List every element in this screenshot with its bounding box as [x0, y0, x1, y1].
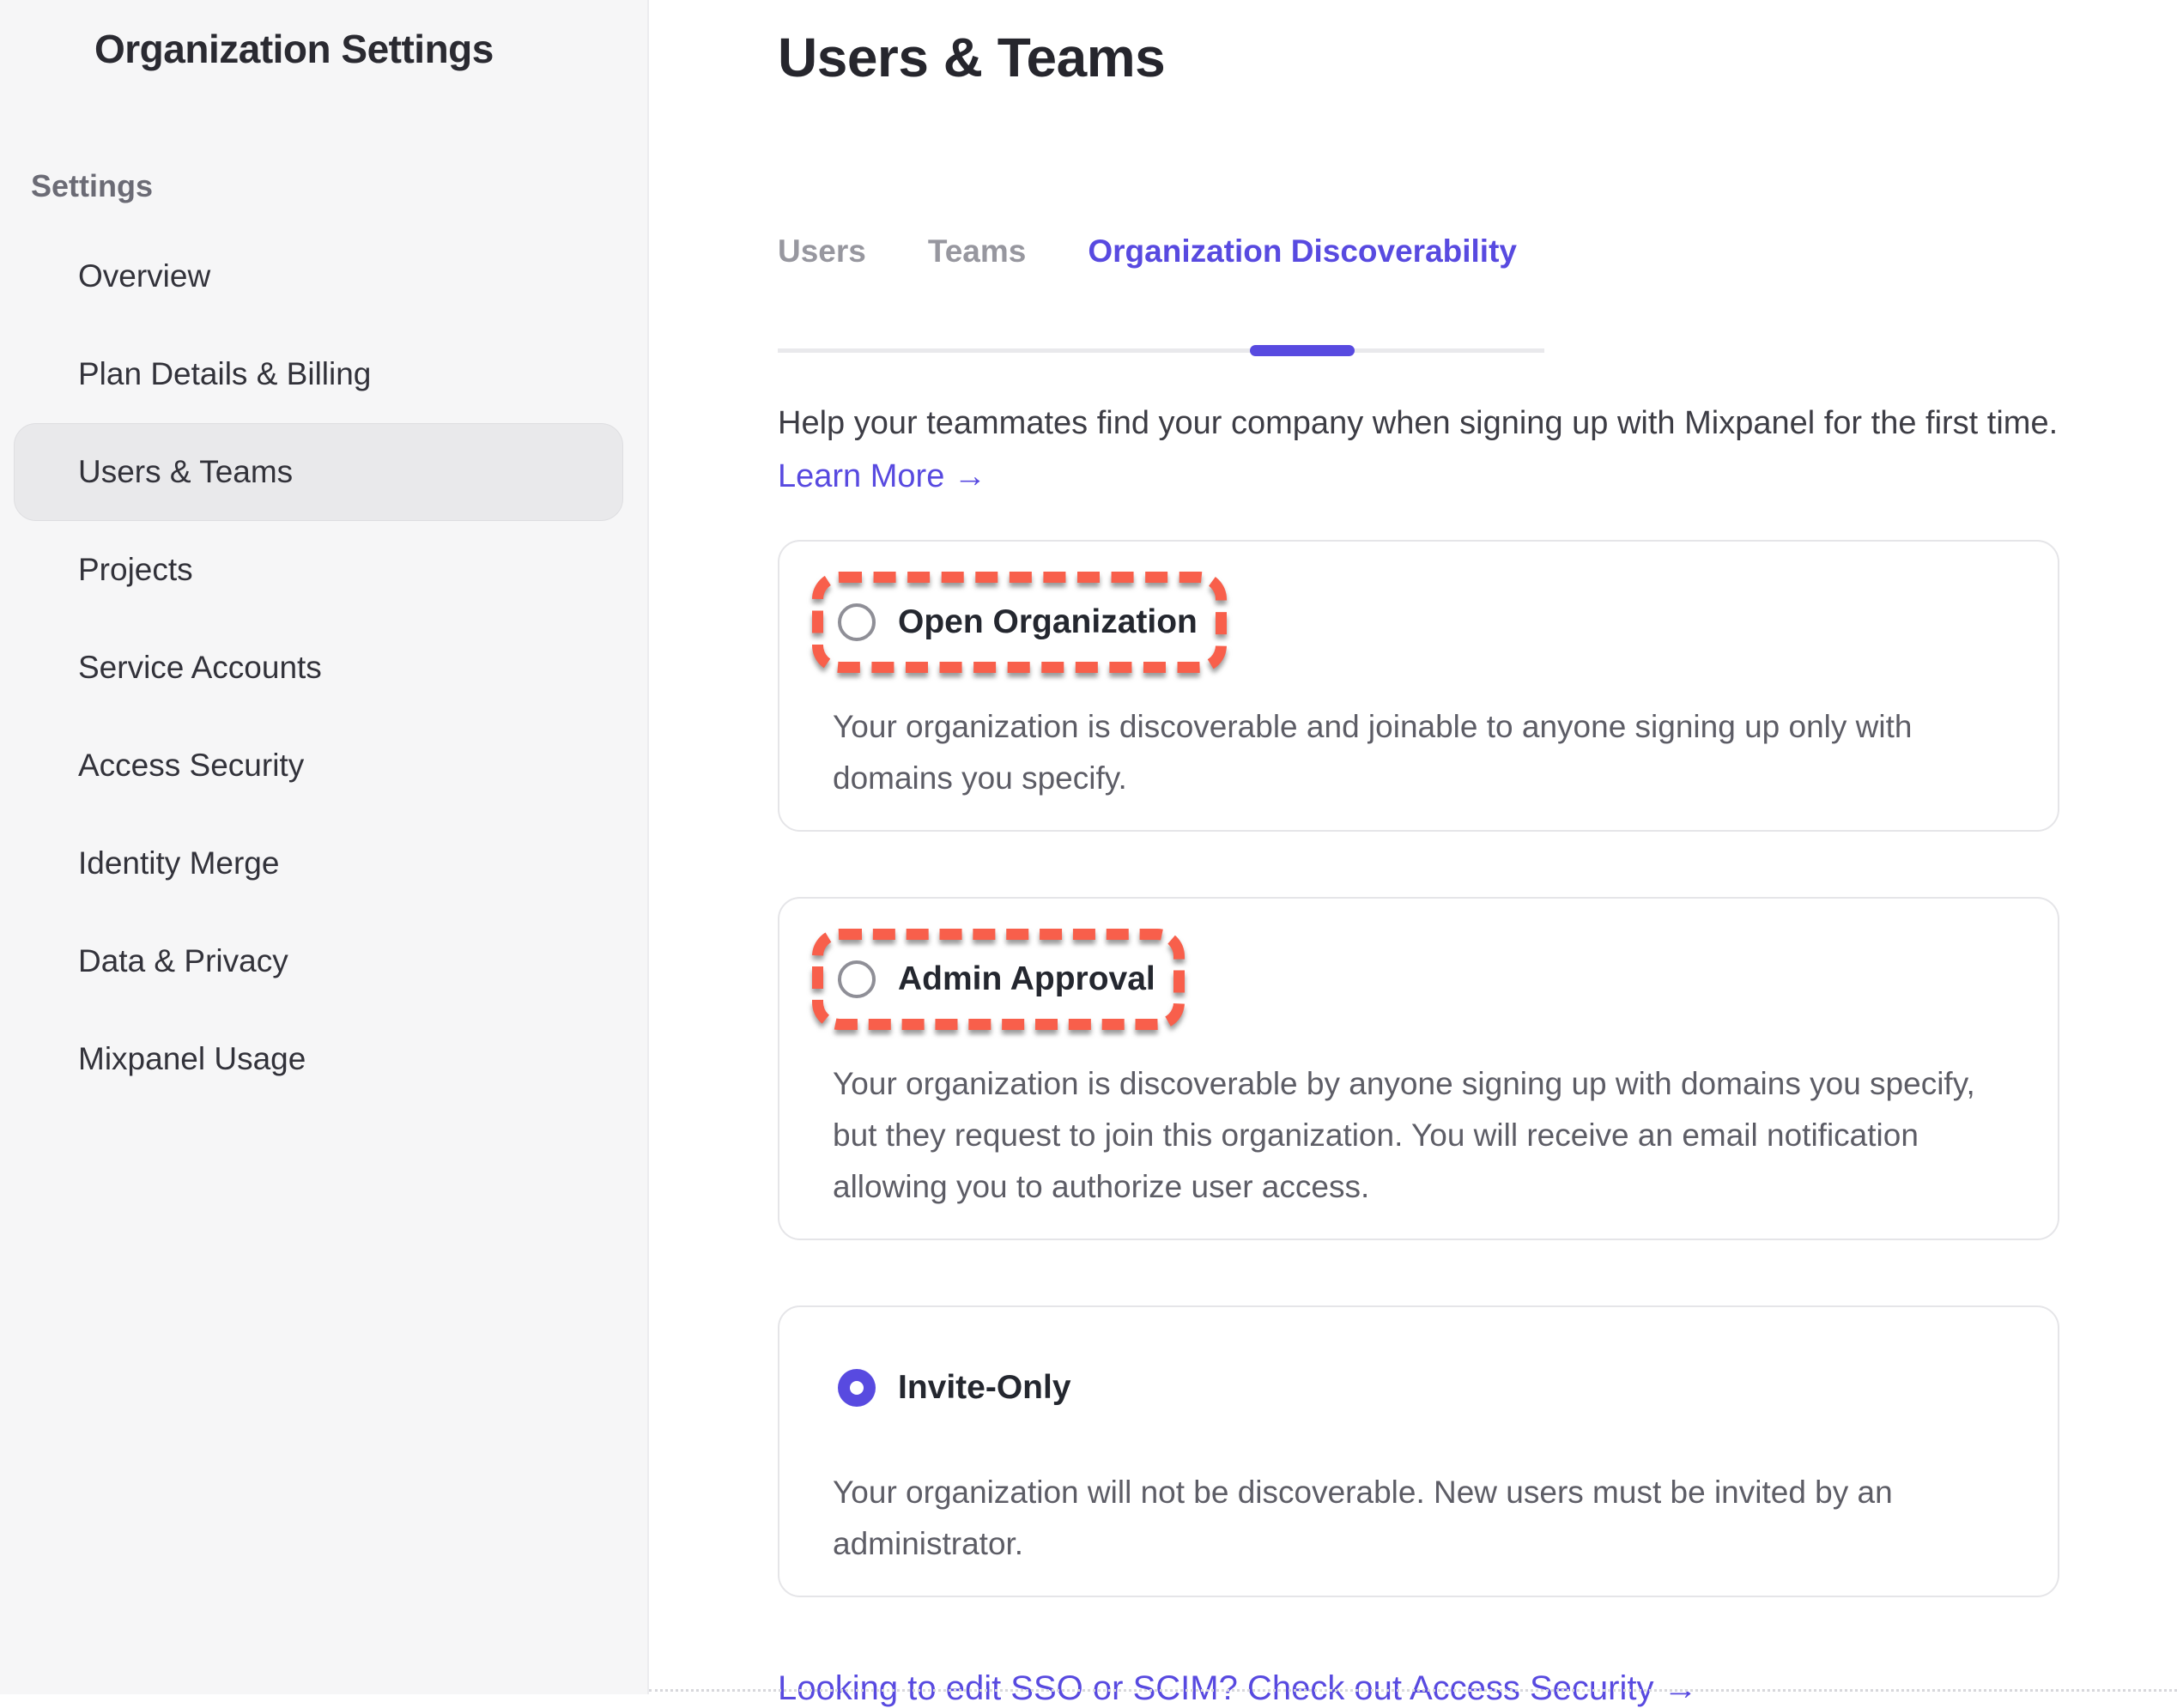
option-label: Admin Approval — [898, 960, 1155, 998]
sidebar-item-projects[interactable]: Projects — [14, 521, 623, 619]
sidebar-item-data-privacy[interactable]: Data & Privacy — [14, 912, 623, 1010]
radio-admin-approval[interactable] — [838, 960, 876, 998]
learn-more-label: Learn More — [778, 458, 944, 494]
radio-open-organization[interactable] — [838, 603, 876, 641]
option-description: Your organization is discoverable by any… — [833, 1058, 2027, 1213]
option-card-admin-approval: Admin Approval Your organization is disc… — [778, 897, 2059, 1240]
sidebar-item-service-accounts[interactable]: Service Accounts — [14, 619, 623, 717]
settings-sidebar: Organization Settings Settings Overview … — [0, 0, 649, 1694]
option-card-open-organization: Open Organization Your organization is d… — [778, 540, 2059, 832]
intro-text: Help your teammates find your company wh… — [778, 401, 2151, 446]
option-description: Your organization will not be discoverab… — [833, 1467, 2027, 1570]
tab-users[interactable]: Users — [778, 233, 866, 348]
sidebar-item-access-security[interactable]: Access Security — [14, 717, 623, 815]
sidebar-item-plan-details-billing[interactable]: Plan Details & Billing — [14, 325, 623, 423]
sidebar-nav: Overview Plan Details & Billing Users & … — [0, 227, 647, 1108]
bottom-divider — [649, 1689, 2177, 1692]
option-description: Your organization is discoverable and jo… — [833, 701, 2027, 804]
sidebar-item-users-teams[interactable]: Users & Teams — [14, 423, 623, 521]
sidebar-item-identity-merge[interactable]: Identity Merge — [14, 815, 623, 912]
main-content: Users & Teams Users Teams Organization D… — [649, 0, 2177, 1694]
arrow-right-icon: → — [954, 458, 986, 494]
learn-more-link[interactable]: Learn More → — [778, 458, 986, 495]
page-title: Users & Teams — [778, 26, 2151, 89]
sidebar-item-overview[interactable]: Overview — [14, 227, 623, 325]
sidebar-item-mixpanel-usage[interactable]: Mixpanel Usage — [14, 1010, 623, 1108]
option-open-organization[interactable]: Open Organization — [838, 595, 1198, 650]
sidebar-title: Organization Settings — [94, 26, 647, 72]
option-card-invite-only: Invite-Only Your organization will not b… — [778, 1305, 2059, 1597]
radio-invite-only[interactable] — [838, 1369, 876, 1407]
option-admin-approval[interactable]: Admin Approval — [838, 952, 1155, 1007]
tab-bar: Users Teams Organization Discoverability — [778, 233, 1544, 353]
tab-teams[interactable]: Teams — [928, 233, 1027, 348]
option-invite-only[interactable]: Invite-Only — [838, 1360, 1071, 1415]
option-label: Open Organization — [898, 603, 1198, 641]
tab-organization-discoverability[interactable]: Organization Discoverability — [1088, 233, 1517, 348]
sidebar-section-label: Settings — [31, 168, 647, 204]
option-label: Invite-Only — [898, 1369, 1071, 1407]
